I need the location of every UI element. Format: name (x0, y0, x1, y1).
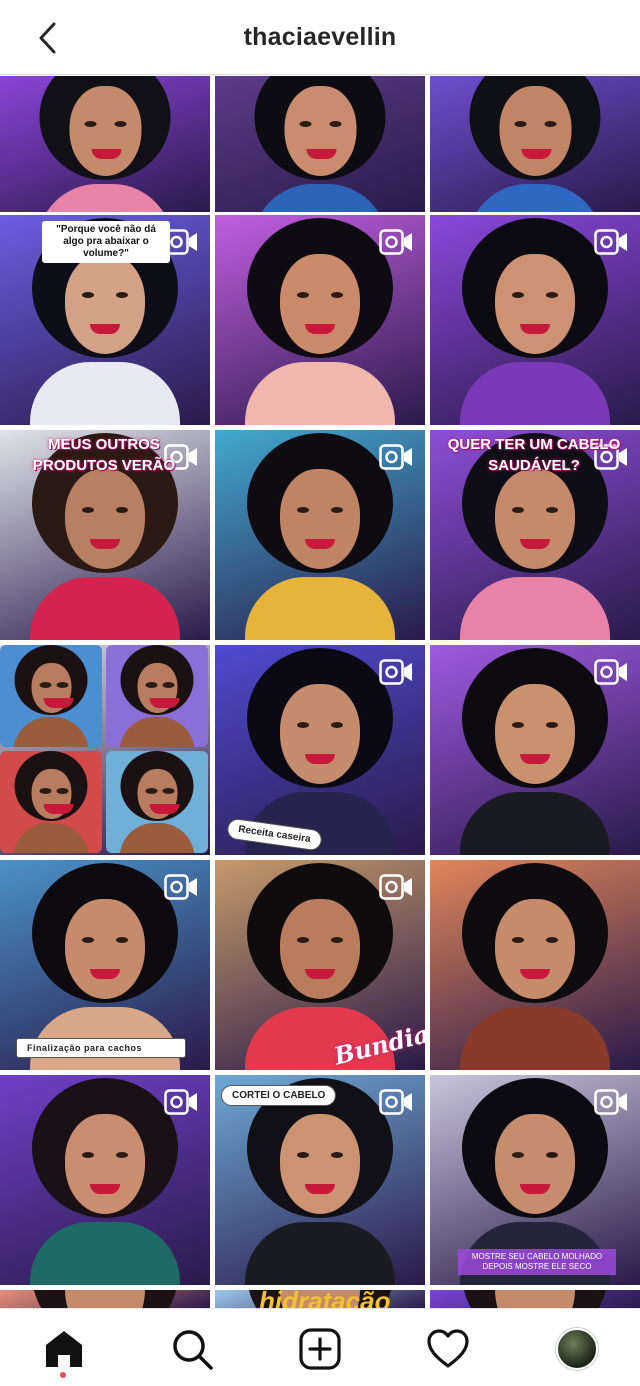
reel-video-icon (379, 444, 412, 470)
sticker-caption: CORTEI O CABELO (221, 1085, 337, 1106)
overlay-caption: QUER TER UM CABELO SAUDÁVEL? (447, 436, 621, 474)
post-thumbnail[interactable] (0, 1290, 210, 1308)
reel-video-icon (594, 659, 627, 685)
reel-video-icon (594, 229, 627, 255)
person-figure (9, 645, 94, 747)
post-thumbnail[interactable]: CORTEI O CABELO (215, 1075, 425, 1285)
reel-video-icon (379, 1089, 412, 1115)
post-thumbnail[interactable]: QUER TER UM CABELO SAUDÁVEL? (430, 430, 640, 640)
plus-square-icon[interactable] (298, 1327, 342, 1371)
post-thumbnail[interactable]: Finalização para cachos (0, 860, 210, 1070)
home-icon[interactable] (42, 1327, 86, 1371)
post-thumbnail[interactable] (215, 430, 425, 640)
notification-dot (60, 1372, 66, 1378)
reel-video-icon (379, 659, 412, 685)
post-thumbnail[interactable]: Bundia! (215, 860, 425, 1070)
reel-video-icon (164, 874, 197, 900)
person-figure (450, 860, 620, 1070)
post-thumbnail[interactable] (430, 645, 640, 855)
chevron-left-icon[interactable] (28, 18, 68, 58)
collage-cell (106, 751, 208, 853)
post-thumbnail[interactable] (0, 1075, 210, 1285)
person-figure (115, 645, 200, 747)
reel-video-icon (164, 1089, 197, 1115)
post-thumbnail[interactable]: MOSTRE SEU CABELO MOLHADO DEPOIS MOSTRE … (430, 1075, 640, 1285)
posts-grid: "Porque você não dá algo pra abaixar o v… (0, 76, 640, 1308)
overlay-caption: MEUS OUTROS PRODUTOS VERÃO (32, 436, 176, 474)
person-figure (459, 76, 612, 212)
heart-icon[interactable] (426, 1327, 470, 1371)
person-figure (450, 1290, 620, 1308)
reel-video-icon (379, 874, 412, 900)
post-thumbnail[interactable] (215, 76, 425, 212)
search-bar-caption: Finalização para cachos (16, 1038, 186, 1058)
post-thumbnail[interactable] (430, 1290, 640, 1308)
post-thumbnail[interactable]: "Porque você não dá algo pra abaixar o v… (0, 215, 210, 425)
post-thumbnail[interactable] (215, 215, 425, 425)
person-figure (29, 76, 182, 212)
collage-cell (0, 751, 102, 853)
post-thumbnail[interactable]: Receita caseira (215, 645, 425, 855)
post-thumbnail[interactable] (430, 215, 640, 425)
post-thumbnail[interactable]: MEUS OUTROS PRODUTOS VERÃO (0, 430, 210, 640)
bottom-caption: MOSTRE SEU CABELO MOLHADO DEPOIS MOSTRE … (458, 1249, 616, 1275)
post-thumbnail[interactable]: hidratação (215, 1290, 425, 1308)
avatar[interactable] (556, 1328, 598, 1370)
title-caption: hidratação (259, 1290, 391, 1308)
person-figure (244, 76, 397, 212)
post-thumbnail[interactable] (430, 860, 640, 1070)
page-title: thaciaevellin (243, 22, 397, 51)
bottom-nav (0, 1308, 640, 1386)
reel-video-icon (594, 1089, 627, 1115)
reel-video-icon (379, 229, 412, 255)
profile-header: thaciaevellin (0, 0, 640, 75)
post-thumbnail[interactable] (430, 76, 640, 212)
person-figure (9, 751, 94, 853)
search-icon[interactable] (170, 1327, 214, 1371)
post-thumbnail[interactable] (0, 76, 210, 212)
person-figure (115, 751, 200, 853)
post-thumbnail[interactable] (0, 645, 210, 855)
collage-cell (0, 645, 102, 747)
collage-cell (106, 645, 208, 747)
quote-caption: "Porque você não dá algo pra abaixar o v… (42, 221, 170, 263)
person-figure (20, 1290, 190, 1308)
